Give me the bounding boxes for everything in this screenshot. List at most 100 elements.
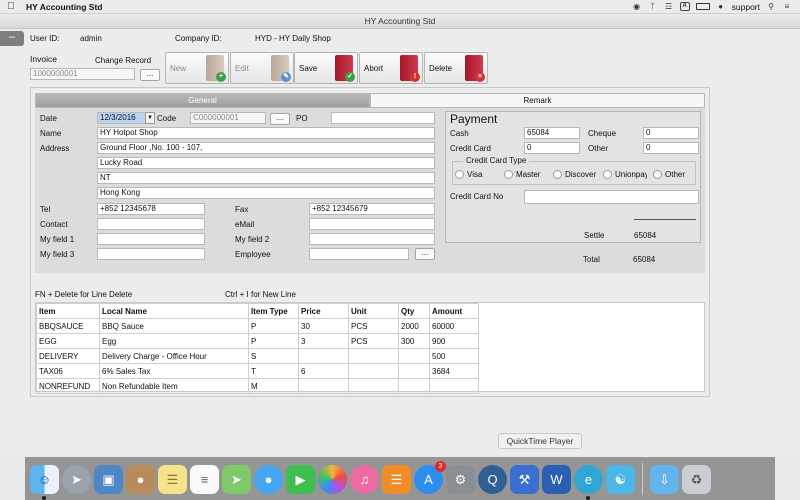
table-row[interactable]: BBQSAUCE BBQ Sauce P 30 PCS 2000 60000 bbox=[36, 318, 479, 334]
hy-e-icon[interactable]: e bbox=[574, 464, 603, 500]
quicktime-icon[interactable]: Q bbox=[478, 464, 507, 494]
trash-icon[interactable]: ♻ bbox=[682, 464, 711, 494]
itunes-icon[interactable]: ♫ bbox=[350, 464, 379, 494]
tab-general[interactable]: General bbox=[35, 93, 370, 108]
sidebar-toggle-button[interactable]: – bbox=[0, 31, 24, 46]
cell-unit[interactable] bbox=[348, 348, 399, 364]
fax-input[interactable]: +852 12345679 bbox=[309, 203, 435, 215]
employee-input[interactable] bbox=[309, 248, 409, 260]
list-icon[interactable]: ≡ bbox=[782, 2, 792, 11]
credit-card-no-input[interactable] bbox=[524, 190, 699, 204]
cell-amount[interactable]: 900 bbox=[429, 333, 479, 349]
cell-price[interactable]: 30 bbox=[298, 318, 349, 334]
credit-card-input[interactable]: 0 bbox=[524, 142, 580, 154]
cell-item-type[interactable]: M bbox=[248, 378, 299, 394]
cash-input[interactable]: 65084 bbox=[524, 127, 580, 139]
col-amount[interactable]: Amount bbox=[429, 303, 479, 319]
other-payment-input[interactable]: 0 bbox=[643, 142, 699, 154]
radio-master[interactable]: Master bbox=[504, 170, 540, 179]
cell-unit[interactable]: PCS bbox=[348, 333, 399, 349]
save-button[interactable]: Save ✓ bbox=[294, 52, 358, 84]
cell-item[interactable]: DELIVERY bbox=[36, 348, 100, 364]
downloads-folder-icon[interactable]: ⇩ bbox=[650, 464, 679, 494]
contacts-icon[interactable]: ● bbox=[126, 464, 155, 494]
tel-input[interactable]: +852 12345678 bbox=[97, 203, 205, 215]
cell-item[interactable]: BBQSAUCE bbox=[36, 318, 100, 334]
email-input[interactable] bbox=[309, 218, 435, 230]
cell-item[interactable]: TAX06 bbox=[36, 363, 100, 379]
wifi-icon[interactable]: ☲ bbox=[664, 2, 674, 11]
cell-item[interactable]: NONREFUND bbox=[36, 378, 100, 394]
my-field-3-input[interactable] bbox=[97, 248, 205, 260]
cell-price[interactable] bbox=[298, 348, 349, 364]
input-a-icon[interactable]: A bbox=[679, 2, 690, 11]
my-field-1-input[interactable] bbox=[97, 233, 205, 245]
invoice-browse-button[interactable]: ... bbox=[140, 69, 160, 81]
cell-unit[interactable]: PCS bbox=[348, 318, 399, 334]
cell-price[interactable]: 6 bbox=[298, 363, 349, 379]
code-browse-button[interactable]: ... bbox=[270, 113, 290, 125]
system-preferences-icon[interactable]: ⚙ bbox=[446, 464, 475, 494]
user-icon[interactable]: ● bbox=[716, 2, 726, 11]
cell-item-type[interactable]: P bbox=[248, 333, 299, 349]
date-dropdown-icon[interactable]: ▼ bbox=[145, 112, 155, 124]
photos-icon[interactable] bbox=[318, 464, 347, 494]
po-input[interactable] bbox=[331, 112, 435, 124]
col-item[interactable]: Item bbox=[36, 303, 100, 319]
q-circle-icon[interactable]: ◉ bbox=[632, 2, 642, 11]
customer-name-input[interactable]: HY Hotpot Shop bbox=[97, 127, 435, 139]
cell-local-name[interactable]: Non Refundable Item bbox=[99, 378, 249, 394]
battery-icon[interactable] bbox=[695, 3, 710, 10]
menubar-app-name[interactable]: HY Accounting Std bbox=[26, 2, 103, 12]
menubar-user-name[interactable]: support bbox=[732, 2, 760, 12]
cheque-input[interactable]: 0 bbox=[643, 127, 699, 139]
cell-qty[interactable] bbox=[398, 378, 430, 394]
new-button[interactable]: New + bbox=[165, 52, 229, 84]
ibooks-icon[interactable]: ☰ bbox=[382, 464, 411, 494]
col-qty[interactable]: Qty bbox=[398, 303, 430, 319]
cell-local-name[interactable]: BBQ Sauce bbox=[99, 318, 249, 334]
radio-unionpay[interactable]: Unionpay bbox=[603, 170, 647, 179]
address-line-1[interactable]: Ground Floor ,No. 100 - 107, bbox=[97, 142, 435, 154]
maps-icon[interactable]: ➤ bbox=[222, 464, 251, 494]
cell-amount[interactable]: 60000 bbox=[429, 318, 479, 334]
word-icon[interactable]: W bbox=[542, 464, 571, 494]
col-item-type[interactable]: Item Type bbox=[248, 303, 299, 319]
tab-remark[interactable]: Remark bbox=[370, 93, 705, 108]
cell-amount[interactable] bbox=[429, 378, 479, 394]
cell-amount[interactable]: 500 bbox=[429, 348, 479, 364]
facetime-icon[interactable]: ▶ bbox=[286, 464, 315, 494]
radio-other[interactable]: Other bbox=[653, 170, 685, 179]
address-line-2[interactable]: Lucky Road bbox=[97, 157, 435, 169]
my-field-2-input[interactable] bbox=[309, 233, 435, 245]
cell-item-type[interactable]: P bbox=[248, 318, 299, 334]
employee-browse-button[interactable]: ... bbox=[415, 248, 435, 260]
cell-item[interactable]: EGG bbox=[36, 333, 100, 349]
cell-local-name[interactable]: Egg bbox=[99, 333, 249, 349]
cell-qty[interactable]: 2000 bbox=[398, 318, 430, 334]
preview-icon[interactable]: ▣ bbox=[94, 464, 123, 494]
customer-code-input[interactable]: C000000001 bbox=[190, 112, 266, 124]
delete-button[interactable]: Delete × bbox=[424, 52, 488, 84]
cell-local-name[interactable]: Delivery Charge - Office Hour bbox=[99, 348, 249, 364]
table-row[interactable]: EGG Egg P 3 PCS 300 900 bbox=[36, 333, 479, 349]
col-price[interactable]: Price bbox=[298, 303, 349, 319]
bluetooth-icon[interactable]: ᛉ bbox=[648, 2, 658, 11]
cell-price[interactable]: 3 bbox=[298, 333, 349, 349]
spotlight-icon[interactable]: ⚲ bbox=[766, 2, 776, 11]
radio-discover[interactable]: Discover bbox=[553, 170, 596, 179]
cell-price[interactable] bbox=[298, 378, 349, 394]
contact-input[interactable] bbox=[97, 218, 205, 230]
messages-icon[interactable]: ● bbox=[254, 464, 283, 494]
reminders-icon[interactable]: ≡ bbox=[190, 464, 219, 494]
apple-icon[interactable]:  bbox=[0, 1, 22, 12]
cell-unit[interactable] bbox=[348, 363, 399, 379]
cell-item-type[interactable]: T bbox=[248, 363, 299, 379]
table-row[interactable]: TAX06 6% Sales Tax T 6 3684 bbox=[36, 363, 479, 379]
edit-button[interactable]: Edit ✎ bbox=[230, 52, 294, 84]
launchpad-icon[interactable]: ➤ bbox=[62, 464, 91, 494]
invoice-number-input[interactable]: 1000000001 bbox=[30, 68, 135, 80]
cell-item-type[interactable]: S bbox=[248, 348, 299, 364]
notes-icon[interactable]: ☰ bbox=[158, 464, 187, 494]
radio-visa[interactable]: Visa bbox=[455, 170, 482, 179]
